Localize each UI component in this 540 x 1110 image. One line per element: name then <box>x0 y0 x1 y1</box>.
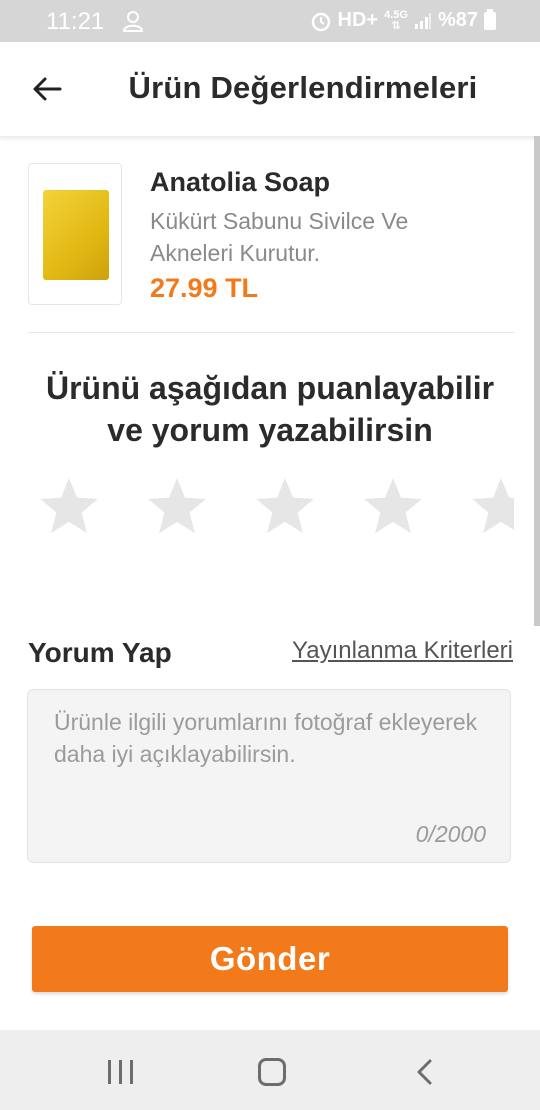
status-bar: 11:21 HD+ 4.5G ⇅ %87 <box>0 0 540 42</box>
battery-percent: %87 <box>437 9 478 31</box>
user-icon <box>122 11 144 32</box>
product-card: Anatolia Soap Kükürt Sabunu Sivilce Ve A… <box>28 163 514 333</box>
star-icon[interactable] <box>144 474 210 540</box>
comment-input[interactable]: Ürünle ilgili yorumlarını fotoğraf ekley… <box>27 689 511 863</box>
character-counter: 0/2000 <box>415 821 486 847</box>
soap-image <box>43 190 109 280</box>
star-icon[interactable] <box>36 474 102 540</box>
star-rating[interactable] <box>36 474 514 544</box>
comment-placeholder: Ürünle ilgili yorumlarını fotoğraf ekley… <box>54 709 478 767</box>
alarm-icon <box>311 12 330 31</box>
status-indicators: HD+ 4.5G ⇅ %87 <box>310 8 496 32</box>
star-icon[interactable] <box>252 474 318 540</box>
system-nav-bar <box>0 1030 540 1110</box>
rating-prompt: Ürünü aşağıdan puanlayabilir ve yorum ya… <box>0 367 540 451</box>
product-name: Anatolia Soap <box>150 167 331 197</box>
recent-apps-icon[interactable] <box>108 1060 134 1084</box>
divider <box>28 332 514 333</box>
comment-label: Yorum Yap <box>28 637 172 668</box>
star-icon[interactable] <box>360 474 426 540</box>
rating-prompt-line1: Ürünü aşağıdan puanlayabilir <box>45 370 495 406</box>
network-label: HD+ <box>337 9 379 31</box>
submit-button[interactable]: Gönder <box>32 926 508 992</box>
product-description: Kükürt Sabunu Sivilce Ve Akneleri Kurutu… <box>150 208 409 266</box>
back-nav-icon[interactable] <box>412 1058 438 1086</box>
battery-icon <box>484 8 496 30</box>
app-bar: Ürün Değerlendirmeleri <box>0 42 540 137</box>
publishing-criteria-link[interactable]: Yayınlanma Kriterleri <box>292 637 513 665</box>
product-image <box>28 163 122 305</box>
signal-icon <box>414 12 431 29</box>
rating-prompt-line2: ve yorum yazabilirsin <box>107 412 433 448</box>
home-icon[interactable] <box>258 1058 286 1086</box>
product-price: 27.99 TL <box>150 273 259 303</box>
network-type: 4.5G ⇅ <box>384 8 408 32</box>
status-time: 11:21 <box>46 8 105 35</box>
page-title: Ürün Değerlendirmeleri <box>128 70 478 105</box>
star-icon[interactable] <box>468 474 514 540</box>
